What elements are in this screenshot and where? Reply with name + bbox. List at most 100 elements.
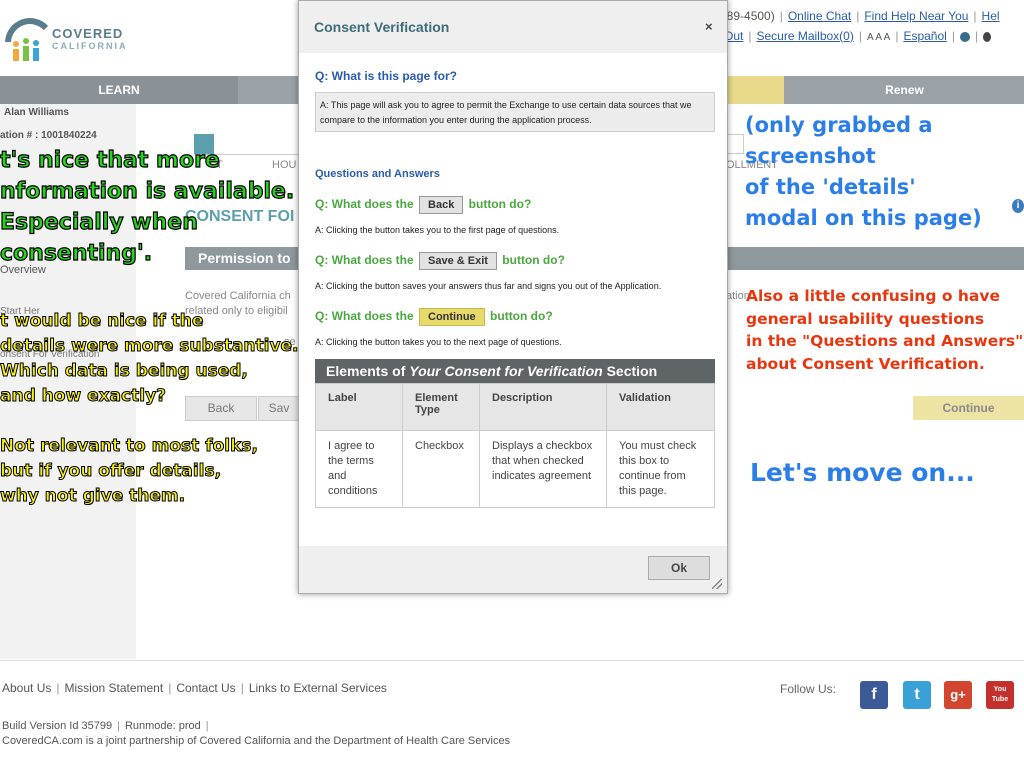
find-help-link[interactable]: Find Help Near You	[864, 9, 968, 23]
annotation-yellow-2: Not relevant to most folks, but if you o…	[0, 434, 259, 509]
top-links-row2: Out | Secure Mailbox(0) | A A A | Español | |	[724, 29, 992, 43]
help-link[interactable]: Hel	[982, 9, 1000, 23]
google-plus-icon[interactable]: g+	[944, 681, 972, 709]
footer-about-us[interactable]: About Us	[2, 681, 51, 695]
table-header-validation: Validation	[606, 383, 715, 431]
runmode: Runmode: prod	[124, 720, 201, 732]
question-save-suffix: button do?	[502, 253, 565, 268]
annotation-red-line: about Consent Verification.	[746, 354, 985, 373]
build-version: Build Version Id 35799	[2, 720, 113, 732]
elements-table-title: Elements of Your Consent for Verificatio…	[315, 359, 715, 383]
table-title-suffix: Section	[602, 363, 658, 379]
accessibility-icon[interactable]	[983, 31, 992, 42]
annotation-yellow-line: and how exactly?	[0, 386, 167, 407]
answer-page-purpose: A: This page will ask you to agree to pe…	[315, 92, 715, 132]
secure-mailbox-link[interactable]: Secure Mailbox(0)	[756, 29, 853, 43]
table-title-emphasis: Your Consent for Verification	[409, 363, 603, 379]
question-back-prefix: Q: What does the	[315, 197, 414, 212]
annotation-blue-1: (only grabbed a screenshot of the 'detai…	[745, 110, 982, 234]
table-header-element-type: Element Type	[402, 383, 480, 431]
table-cell-label: I agree to the terms and conditions	[315, 430, 403, 508]
annotation-red-line: in the "Questions and Answers"	[746, 332, 1024, 350]
question-save: Q: What does the Save & Exit button do?	[315, 252, 565, 270]
body-line-1: Covered California ch	[185, 290, 291, 302]
answer-continue: A: Clicking the button takes you to the …	[315, 337, 562, 347]
annotation-red-line: general usability questions	[746, 309, 985, 328]
answer-save: A: Clicking the button saves your answer…	[315, 281, 662, 291]
question-back: Q: What does the Back button do?	[315, 196, 531, 214]
footer-info: Build Version Id 35799 | Runmode: prod | Co…	[2, 720, 511, 747]
annotation-red-line: Also a little confusing o have	[746, 287, 1000, 305]
annotation-yellow-1: t would be nice if the details were more…	[0, 309, 299, 409]
annotation-green: t's nice that more nformation is availab…	[0, 145, 295, 269]
phone-number: 889-4500)	[720, 9, 775, 23]
covered-california-logo[interactable]: COVERED CALIFORNIA	[0, 8, 140, 68]
youtube-icon[interactable]: You Tube	[986, 681, 1014, 709]
answer-back: A: Clicking the button takes you to the …	[315, 225, 560, 235]
annotation-yellow-line: but if you offer details,	[0, 461, 222, 482]
globe-icon[interactable]	[959, 31, 970, 42]
follow-us-label: Follow Us:	[780, 682, 837, 696]
annotation-blue-line: (only grabbed a	[745, 113, 933, 137]
footer-links: About Us | Mission Statement | Contact Us | Li…	[2, 681, 387, 695]
annotation-yellow-line: Which data is being used,	[0, 361, 248, 382]
annotation-yellow-line: Not relevant to most folks,	[0, 436, 259, 457]
nav-learn[interactable]: LEARN	[0, 76, 238, 104]
progress-marker-right	[726, 134, 744, 154]
question-save-prefix: Q: What does the	[315, 253, 414, 268]
partnership-text: CoveredCA.com is a joint partnership of …	[2, 735, 511, 747]
ok-button[interactable]: Ok	[648, 556, 710, 580]
nav-renew[interactable]: Renew	[785, 76, 1024, 104]
footer-external-links[interactable]: Links to External Services	[249, 681, 387, 695]
twitter-icon[interactable]: t	[903, 681, 931, 709]
table-row: I agree to the terms and conditions Chec…	[315, 430, 715, 508]
continue-button-sample: Continue	[419, 308, 485, 326]
annotation-blue-line: of the 'details'	[745, 175, 916, 199]
table-cell-validation: You must check this box to continue from…	[606, 430, 715, 508]
facebook-icon[interactable]: f	[860, 681, 888, 709]
continue-button[interactable]: Continue	[913, 396, 1024, 420]
annotation-green-line: consenting'.	[0, 240, 153, 266]
question-page-purpose: Q: What is this page for?	[315, 69, 458, 83]
annotation-blue-line: screenshot	[745, 144, 876, 168]
logo-wordmark-top: COVERED	[52, 26, 124, 41]
question-continue-prefix: Q: What does the	[315, 309, 414, 324]
info-icon[interactable]: i	[1012, 199, 1024, 213]
footer-mission-statement[interactable]: Mission Statement	[64, 681, 163, 695]
footer-contact-us[interactable]: Contact Us	[176, 681, 235, 695]
back-button-sample: Back	[419, 196, 464, 214]
qa-heading: Questions and Answers	[315, 168, 440, 180]
table-cell-element-type: Checkbox	[402, 430, 480, 508]
table-header-label: Label	[315, 383, 403, 431]
logo-wordmark-bottom: CALIFORNIA	[52, 41, 128, 51]
resize-handle-icon[interactable]	[712, 579, 722, 589]
question-continue: Q: What does the Continue button do?	[315, 308, 553, 326]
table-cell-description: Displays a checkbox that when checked in…	[479, 430, 607, 508]
save-exit-button-sample: Save & Exit	[419, 252, 497, 270]
modal-title: Consent Verification	[314, 19, 450, 35]
espanol-link[interactable]: Español	[903, 29, 946, 43]
logo-icon	[5, 18, 49, 61]
footer-divider	[0, 660, 1024, 661]
application-number: ation # : 1001840224	[0, 130, 97, 141]
annotation-red: Also a little confusing o have general u…	[746, 285, 1024, 375]
nav-active-tab[interactable]	[720, 76, 784, 104]
annotation-yellow-line: details were more substantive.	[0, 336, 299, 357]
close-icon[interactable]: ×	[705, 19, 713, 34]
annotation-green-line: nformation is available.	[0, 178, 295, 204]
user-name: Alan Williams	[4, 107, 69, 118]
table-header-description: Description	[479, 383, 607, 431]
annotation-green-line: t's nice that more	[0, 147, 220, 173]
annotation-yellow-line: t would be nice if the	[0, 311, 204, 332]
annotation-blue-line: modal on this page)	[745, 206, 982, 230]
question-back-suffix: button do?	[468, 197, 532, 212]
online-chat-link[interactable]: Online Chat	[788, 9, 851, 23]
question-continue-suffix: button do?	[490, 309, 553, 324]
top-links-row1: 889-4500) | Online Chat | Find Help Near You…	[720, 9, 1000, 23]
annotation-blue-2: Let's move on...	[750, 458, 975, 487]
consent-verification-modal: Consent Verification × Q: What is this p…	[298, 0, 728, 594]
text-size-control[interactable]: A A A	[867, 32, 890, 43]
table-title-prefix: Elements of	[326, 363, 410, 379]
elements-table: Label Element Type Description Validatio…	[315, 383, 715, 508]
annotation-green-line: Especially when	[0, 209, 198, 235]
